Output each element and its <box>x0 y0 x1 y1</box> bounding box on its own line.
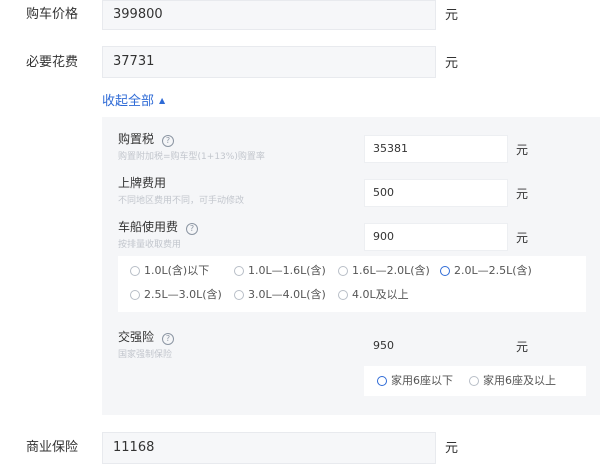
compulsory-insurance-unit: 元 <box>516 340 529 354</box>
displacement-option[interactable]: 4.0L及以上 <box>338 288 409 302</box>
required-costs-unit: 元 <box>445 56 459 71</box>
seat-option[interactable]: 家用6座及以上 <box>469 374 556 388</box>
displacement-option-label: 1.0L(含)以下 <box>144 264 210 277</box>
purchase-price-label: 购车价格 <box>26 7 79 22</box>
displacement-option-label: 2.5L—3.0L(含) <box>144 288 222 301</box>
purchase-tax-title: 购置税? <box>118 131 175 147</box>
caret-up-icon: ▲ <box>159 96 166 105</box>
displacement-option[interactable]: 3.0L—4.0L(含) <box>234 288 326 302</box>
radio-icon <box>130 266 140 276</box>
vehicle-tax-label: 车船使用费 <box>118 220 179 234</box>
purchase-tax-desc: 购置附加税=购车型(1+13%)购置率 <box>118 152 265 162</box>
vehicle-tax-desc: 按排量收取费用 <box>118 240 182 250</box>
displacement-option[interactable]: 1.0L—1.6L(含) <box>234 264 326 278</box>
displacement-option-label: 1.0L—1.6L(含) <box>248 264 326 277</box>
compulsory-insurance-value: 950 <box>364 332 508 360</box>
radio-selected-icon <box>377 376 387 386</box>
purchase-price-input[interactable]: 399800 <box>102 0 436 30</box>
displacement-option-label: 2.0L—2.5L(含) <box>454 264 532 277</box>
vehicle-tax-input[interactable]: 900 <box>364 223 508 251</box>
help-icon[interactable]: ? <box>162 135 175 147</box>
displacement-option[interactable]: 1.6L—2.0L(含) <box>338 264 430 278</box>
displacement-option-label: 3.0L—4.0L(含) <box>248 288 326 301</box>
radio-icon <box>234 290 244 300</box>
registration-fee-title: 上牌费用 <box>118 176 167 190</box>
help-icon[interactable]: ? <box>162 333 175 345</box>
commercial-insurance-unit: 元 <box>445 441 459 456</box>
required-costs-label: 必要花费 <box>26 55 79 70</box>
displacement-option[interactable]: 1.0L(含)以下 <box>130 264 209 278</box>
commercial-insurance-input[interactable]: 11168 <box>102 432 436 464</box>
displacement-option-selected[interactable]: 2.0L—2.5L(含) <box>440 264 532 278</box>
required-costs-input[interactable]: 37731 <box>102 46 436 78</box>
commercial-insurance-label: 商业保险 <box>26 440 79 455</box>
displacement-option-label: 1.6L—2.0L(含) <box>352 264 430 277</box>
vehicle-tax-title: 车船使用费? <box>118 219 199 235</box>
compulsory-insurance-desc: 国家强制保险 <box>118 350 173 360</box>
displacement-option-label: 4.0L及以上 <box>352 288 409 301</box>
purchase-tax-label: 购置税 <box>118 132 155 146</box>
registration-fee-desc: 不同地区费用不同，可手动修改 <box>118 196 245 206</box>
collapse-all-label: 收起全部 <box>102 94 155 109</box>
collapse-all-link[interactable]: 收起全部 ▲ <box>102 92 165 111</box>
registration-fee-unit: 元 <box>516 187 529 201</box>
vehicle-tax-unit: 元 <box>516 231 529 245</box>
compulsory-insurance-label: 交强险 <box>118 330 155 344</box>
radio-selected-icon <box>440 266 450 276</box>
radio-icon <box>234 266 244 276</box>
purchase-tax-unit: 元 <box>516 143 529 157</box>
seat-option-label: 家用6座及以上 <box>483 374 556 387</box>
registration-fee-input[interactable]: 500 <box>364 179 508 207</box>
displacement-option[interactable]: 2.5L—3.0L(含) <box>130 288 222 302</box>
seat-option-selected[interactable]: 家用6座以下 <box>377 374 453 388</box>
radio-icon <box>469 376 479 386</box>
seat-option-label: 家用6座以下 <box>391 374 453 387</box>
purchase-price-unit: 元 <box>445 8 459 23</box>
compulsory-insurance-title: 交强险? <box>118 329 175 345</box>
help-icon[interactable]: ? <box>186 223 199 235</box>
radio-icon <box>338 290 348 300</box>
radio-icon <box>338 266 348 276</box>
radio-icon <box>130 290 140 300</box>
purchase-tax-input[interactable]: 35381 <box>364 135 508 163</box>
